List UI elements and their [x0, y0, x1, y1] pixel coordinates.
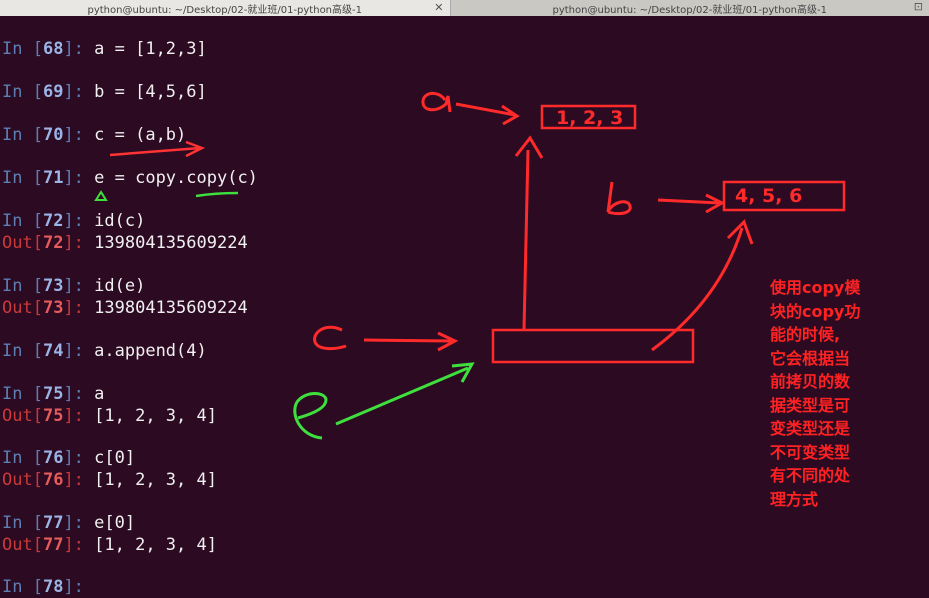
- green-triangle: [94, 190, 108, 201]
- note-line: 变类型还是: [770, 419, 851, 438]
- note-line: 据类型是可: [770, 395, 851, 415]
- hand-letter-a: [421, 91, 452, 113]
- note-line: 它会根据当: [770, 348, 851, 368]
- underline-arrow: [109, 146, 201, 157]
- box-b-text: 4, 5, 6: [735, 185, 802, 207]
- hand-letter-b: [606, 181, 632, 216]
- arrow-tuple-to-a: [522, 149, 530, 331]
- note-line: 能的时候,: [770, 325, 841, 344]
- arrow-tuple-to-b: [651, 227, 744, 352]
- note-line: 块的copy功: [770, 301, 861, 321]
- annotation-note: 使用copy模 块的copy功 能的时候, 它会根据当前拷贝的数据类型是可变类型还是不…: [770, 276, 888, 511]
- arrow-e: [335, 366, 469, 426]
- note-line: 不可变类型: [770, 442, 851, 462]
- note-line: 前拷贝的数: [770, 372, 851, 391]
- green-underline: [195, 191, 239, 198]
- box-tuple: [491, 328, 695, 364]
- hand-letter-e: [293, 392, 328, 440]
- box-a-text: 1, 2, 3: [556, 107, 623, 129]
- arrow-b: [657, 198, 721, 205]
- note-line: 有不同的处: [770, 466, 851, 485]
- hand-letter-c: [313, 325, 347, 351]
- note-line: 使用copy模: [770, 278, 861, 297]
- arrow-c: [363, 338, 453, 343]
- note-line: 理方式: [770, 489, 819, 509]
